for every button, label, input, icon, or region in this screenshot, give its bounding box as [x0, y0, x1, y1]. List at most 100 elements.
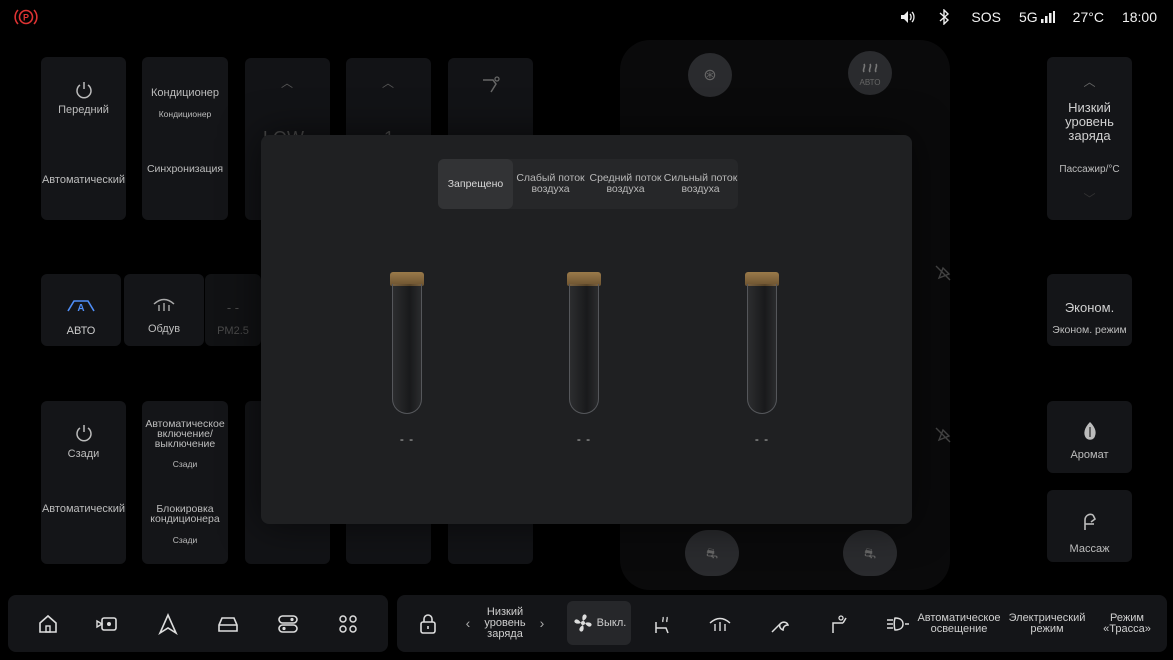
svg-text:A: A [77, 303, 84, 313]
seat-heat-icon[interactable] [645, 595, 679, 652]
front-climate-card: Передний Автоматический [41, 57, 126, 220]
ac-card[interactable]: Кондиционер Кондиционер Синхронизация [142, 57, 228, 220]
bluetooth-icon[interactable] [935, 8, 953, 26]
car-icon[interactable] [208, 604, 248, 644]
aroma-icon [1047, 420, 1132, 445]
rear-ac-card[interactable]: Автоматическое включение/ выключение Сза… [142, 401, 228, 564]
aroma-tube-2[interactable] [567, 272, 601, 414]
defrost-label: Обдув [147, 323, 181, 335]
front-mode-label[interactable]: Автоматический [41, 174, 126, 186]
auto-onoff-label[interactable]: Автоматическое включение/ выключение [142, 419, 228, 450]
network-label: 5G [1018, 9, 1038, 25]
massage-button[interactable]: Массаж [1047, 490, 1132, 562]
auto-climate-icon: A [41, 295, 121, 316]
headlight-icon[interactable] [883, 595, 913, 652]
auto-lighting-label[interactable]: Автоматическое освещение [913, 595, 1005, 652]
navigation-icon[interactable] [148, 604, 188, 644]
chevron-right-icon[interactable]: › [535, 595, 549, 652]
seat-vent-icon: ⛐ [863, 545, 877, 561]
apps-grid-icon[interactable] [328, 604, 368, 644]
tab-strong-airflow[interactable]: Сильный поток воздуха [663, 159, 738, 209]
eco-mode-button[interactable]: Эконом. Эконом. режим [1047, 274, 1132, 346]
tube-glass [747, 284, 777, 414]
airflow-segmented-control[interactable]: Запрещено Слабый поток воздуха Средний п… [438, 159, 738, 209]
parking-brake-icon: P [14, 6, 38, 28]
chevron-up-icon[interactable]: ︿ [382, 74, 394, 91]
chevron-down-icon[interactable]: ﹀ [1047, 190, 1132, 207]
fan-icon [572, 612, 594, 634]
aroma-button[interactable]: Аромат [1047, 401, 1132, 473]
aroma-tube-1-value: - - [399, 432, 415, 446]
camera-icon[interactable] [88, 604, 128, 644]
chevron-left-icon[interactable]: ‹ [461, 595, 475, 652]
clock: 18:00 [1121, 9, 1157, 25]
battery-mode-label: Низкий уровень заряда [484, 606, 526, 640]
pm25-label: PM2.5 [217, 325, 249, 337]
rear-power-label: Сзади [67, 448, 100, 460]
electric-mode-label[interactable]: Электрический режим [1005, 595, 1089, 652]
sync-label[interactable]: Синхронизация [142, 163, 228, 175]
steering-heat-icon[interactable] [763, 595, 797, 652]
passenger-temp-card[interactable]: ︿ Низкий уровень заряда Пассажир/°C ﹀ [1047, 57, 1132, 220]
nav-dock [8, 595, 388, 652]
ac-lock-label[interactable]: Блокировка кондиционера [142, 504, 228, 525]
status-bar: P SOS 5G 27°C 18:00 [0, 0, 1173, 34]
pm25-value: - - [226, 300, 240, 315]
aroma-tube-2-value: - - [576, 432, 592, 446]
aroma-tube-3-value: - - [754, 432, 770, 446]
defrost-icon [124, 294, 204, 317]
fan-off-button[interactable]: Выкл. [567, 601, 631, 645]
seat-heat-left-button[interactable]: ⊛ [675, 48, 745, 98]
outside-temperature: 27°C [1072, 9, 1104, 25]
tab-forbidden[interactable]: Запрещено [438, 159, 513, 209]
ac-lock-sub: Сзади [172, 535, 198, 545]
seat-heat-auto-button[interactable]: АВТО [835, 48, 905, 104]
rear-mode-label[interactable]: Автоматический [41, 503, 126, 515]
ac-title: Кондиционер [150, 87, 220, 99]
massage-label: Массаж [1069, 543, 1110, 555]
seat-vent-left-button[interactable]: ⛐ [685, 530, 739, 576]
eco-title: Эконом. [1064, 300, 1115, 315]
aroma-intensity-dialog: Запрещено Слабый поток воздуха Средний п… [261, 135, 912, 524]
vent-direction-icon[interactable] [933, 263, 953, 288]
massage-icon [1047, 510, 1132, 535]
power-icon[interactable] [41, 424, 126, 445]
aroma-tube-1[interactable] [390, 272, 424, 414]
tube-glass [392, 284, 422, 414]
seat-vent-icon: ⛐ [705, 545, 719, 561]
auto-onoff-sub: Сзади [172, 459, 198, 469]
lock-icon[interactable] [411, 595, 445, 652]
rear-climate-card: Сзади Автоматический [41, 401, 126, 564]
home-icon[interactable] [28, 604, 68, 644]
svg-text:⊛: ⊛ [703, 65, 716, 84]
sos-button[interactable]: SOS [971, 9, 1001, 25]
aroma-tube-3[interactable] [745, 272, 779, 414]
tube-glass [569, 284, 599, 414]
network-indicator: 5G [1019, 9, 1055, 25]
seat-auto-label: АВТО [859, 78, 881, 87]
tab-weak-airflow[interactable]: Слабый поток воздуха [513, 159, 588, 209]
defrost-button[interactable]: Обдув [124, 274, 204, 346]
track-mode-label[interactable]: Режим «Трасса» [1093, 595, 1161, 652]
power-icon[interactable] [41, 81, 126, 102]
vent-direction-icon[interactable] [933, 425, 953, 450]
chevron-up-icon[interactable]: ︿ [281, 74, 293, 91]
eco-sub: Эконом. режим [1052, 324, 1127, 336]
airflow-face-icon[interactable] [480, 74, 502, 101]
fan-off-label: Выкл. [596, 616, 627, 629]
pm25-card: - - PM2.5 [205, 274, 261, 346]
settings-toggle-icon[interactable] [268, 604, 308, 644]
seat-vent-icon[interactable] [821, 595, 855, 652]
signal-icon [1040, 11, 1055, 23]
chevron-up-icon[interactable]: ︿ [1047, 73, 1132, 90]
seat-vent-right-button[interactable]: ⛐ [843, 530, 897, 576]
volume-icon[interactable] [899, 8, 917, 26]
auto-climate-label: АВТО [66, 325, 96, 337]
passenger-label: Пассажир/°C [1059, 164, 1120, 175]
front-power-label: Передний [58, 104, 109, 116]
low-charge-label: Низкий уровень заряда [1065, 100, 1114, 143]
tab-medium-airflow[interactable]: Средний поток воздуха [588, 159, 663, 209]
auto-climate-button[interactable]: A АВТО [41, 274, 121, 346]
svg-text:P: P [23, 13, 29, 23]
defrost-icon[interactable] [703, 595, 737, 652]
